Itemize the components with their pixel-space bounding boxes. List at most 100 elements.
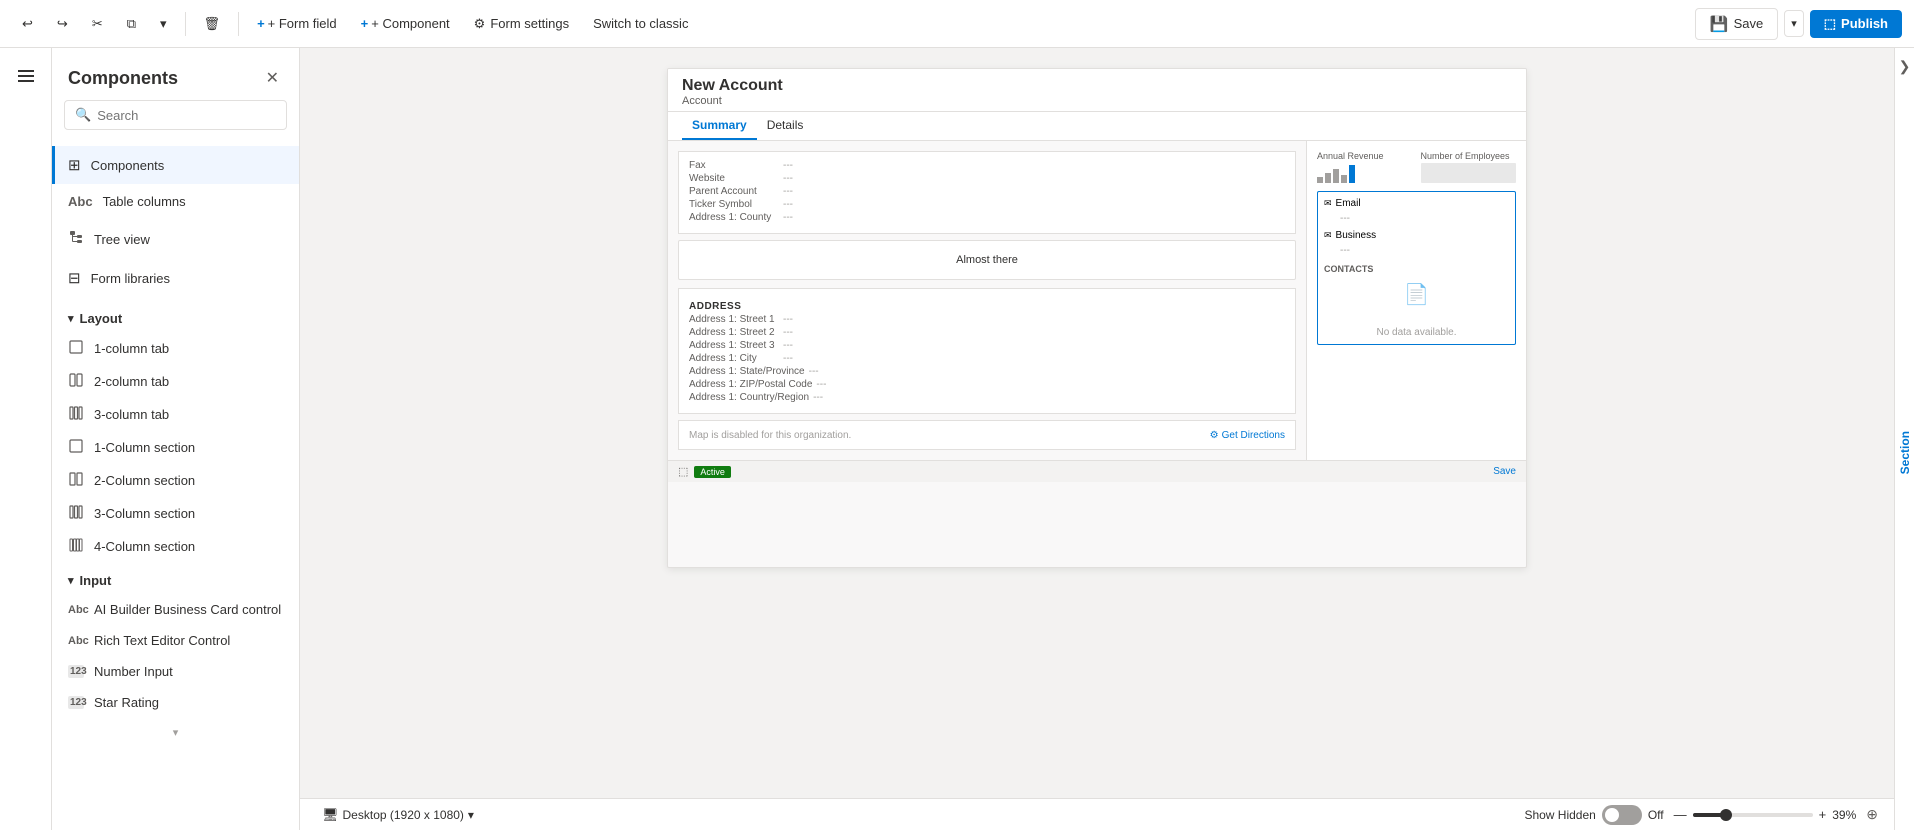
right-panel-toggle[interactable]: ❯ Section [1894,48,1914,830]
copy-button[interactable]: ⧉ [117,10,146,38]
toggle-track[interactable] [1602,805,1642,825]
field-fax: Fax --- [689,160,1285,171]
zoom-slider-track[interactable] [1693,813,1813,817]
undo-button[interactable]: ↩ [12,10,43,38]
add-component-button[interactable]: + + Component [351,10,460,37]
delete-button[interactable]: 🗑 [194,10,231,38]
form-preview: New Account Account Summary Details [667,68,1527,568]
panel-header: Components ✕ [52,48,299,100]
no-data-text: No data available. [1324,327,1509,338]
get-directions-button[interactable]: ⚙ Get Directions [1210,430,1285,441]
form-footer-left: ⬚ Active [678,465,731,478]
addr-state: Address 1: State/Province --- [689,366,1285,377]
settings-icon: ⚙ [474,16,486,32]
component-3-column-section[interactable]: 3-Column section [52,497,299,530]
scroll-indicator: ▾ [52,718,299,747]
component-1-column-section[interactable]: 1-Column section [52,431,299,464]
parent-account-value: --- [783,186,793,197]
component-2-column-section[interactable]: 2-Column section [52,464,299,497]
tab-details[interactable]: Details [757,112,814,140]
component-3-column-tab[interactable]: 3-column tab [52,398,299,431]
component-star-rating[interactable]: 123 Star Rating [52,687,299,718]
toggle-state-label: Off [1648,808,1664,822]
desktop-chevron-icon: ▾ [468,808,474,822]
switch-classic-button[interactable]: Switch to classic [583,10,698,37]
addr-country: Address 1: Country/Region --- [689,392,1285,403]
desktop-selector[interactable]: 🖥 Desktop (1920 x 1080) ▾ [316,805,480,825]
input-section-header[interactable]: ▾ Input [52,563,299,594]
input-section-label: Input [80,573,112,588]
fields-top-section: Fax --- Website --- Parent Account --- [678,151,1296,234]
status-bar: 🖥 Desktop (1920 x 1080) ▾ Show Hidden Of… [300,798,1894,830]
redo-button[interactable]: ↪ [47,10,78,38]
component-number-input[interactable]: 123 Number Input [52,656,299,687]
fit-screen-icon[interactable]: ⊕ [1866,806,1878,823]
publish-icon: ⬚ [1824,16,1836,32]
canvas-area: New Account Account Summary Details [300,48,1894,830]
zoom-in-icon[interactable]: + [1819,807,1827,822]
status-bar-left: 🖥 Desktop (1920 x 1080) ▾ [316,805,480,825]
sidebar-item-table-columns[interactable]: Abc Table columns [52,184,299,219]
sidebar-item-form-libraries[interactable]: ⊟ Form libraries [52,259,299,297]
almost-there-box: Almost there [678,240,1296,280]
form-settings-button[interactable]: ⚙ Form settings [464,10,579,38]
cut-button[interactable]: ✂ [82,10,113,38]
map-section: Map is disabled for this organization. ⚙… [678,420,1296,450]
show-hidden-toggle[interactable]: Show Hidden Off [1524,805,1663,825]
panel-close-button[interactable]: ✕ [262,64,283,92]
zoom-slider[interactable]: — + 39% [1674,807,1857,822]
addr-city: Address 1: City --- [689,353,1285,364]
zoom-out-icon[interactable]: — [1674,807,1687,822]
search-box[interactable]: 🔍 [64,100,287,130]
layout-section-label: Layout [80,311,123,326]
plus-icon-component: + [361,16,369,31]
undo-icon: ↩ [22,16,33,32]
add-form-field-button[interactable]: + + Form field [247,10,347,37]
4-column-section-icon [68,538,84,555]
field-ticker: Ticker Symbol --- [689,199,1285,210]
copy-icon: ⧉ [127,16,136,32]
components-panel: Components ✕ 🔍 ⊞ Components Abc Table co… [52,48,300,830]
panel-title: Components [68,68,178,89]
search-input[interactable] [97,108,276,123]
employees-chart: Number of Employees [1421,151,1517,183]
toolbar-divider-1 [185,12,186,36]
chevron-down-icon: ▾ [160,16,167,32]
business-section: ✉ Business [1324,230,1509,241]
desktop-label: Desktop (1920 x 1080) [343,808,464,822]
save-mini-button[interactable]: Save [1493,466,1516,477]
hamburger-menu-button[interactable] [6,56,46,96]
addr-street2: Address 1: Street 2 --- [689,327,1285,338]
form-title: New Account [682,77,1512,95]
save-dropdown-button[interactable]: ▾ [1784,10,1804,37]
delete-icon: 🗑 [204,16,221,32]
side-chart-area: Annual Revenue Number of [1317,151,1516,183]
more-dropdown-button[interactable]: ▾ [150,10,177,38]
sidebar-item-components[interactable]: ⊞ Components [52,146,299,184]
cut-icon: ✂ [92,16,103,32]
active-badge: Active [694,466,731,478]
component-rich-text[interactable]: Abc Rich Text Editor Control [52,625,299,656]
monitor-icon: 🖥 [322,807,339,823]
fax-label: Fax [689,160,779,171]
component-4-column-section[interactable]: 4-Column section [52,530,299,563]
save-button[interactable]: 💾 Save [1695,8,1778,40]
form-libraries-icon: ⊟ [68,269,81,287]
sidebar-item-tree-view[interactable]: Tree view [52,219,299,259]
table-columns-icon: Abc [68,194,93,209]
business-icon: ✉ [1324,230,1332,241]
field-website: Website --- [689,173,1285,184]
nav-items: ⊞ Components Abc Table columns [52,142,299,301]
addr-street3: Address 1: Street 3 --- [689,340,1285,351]
tab-summary[interactable]: Summary [682,112,757,140]
county-label: Address 1: County [689,212,779,223]
component-ai-builder[interactable]: Abc AI Builder Business Card control [52,594,299,625]
components-list: ▾ Layout 1-column tab 2-column tab 3-c [52,301,299,830]
layout-section-header[interactable]: ▾ Layout [52,301,299,332]
canvas-scroll[interactable]: New Account Account Summary Details [300,48,1894,798]
component-2-column-tab[interactable]: 2-column tab [52,365,299,398]
no-data-icon: 📄 [1324,282,1509,307]
component-1-column-tab[interactable]: 1-column tab [52,332,299,365]
publish-button[interactable]: ⬚ Publish [1810,10,1902,38]
zoom-slider-thumb[interactable] [1720,809,1732,821]
